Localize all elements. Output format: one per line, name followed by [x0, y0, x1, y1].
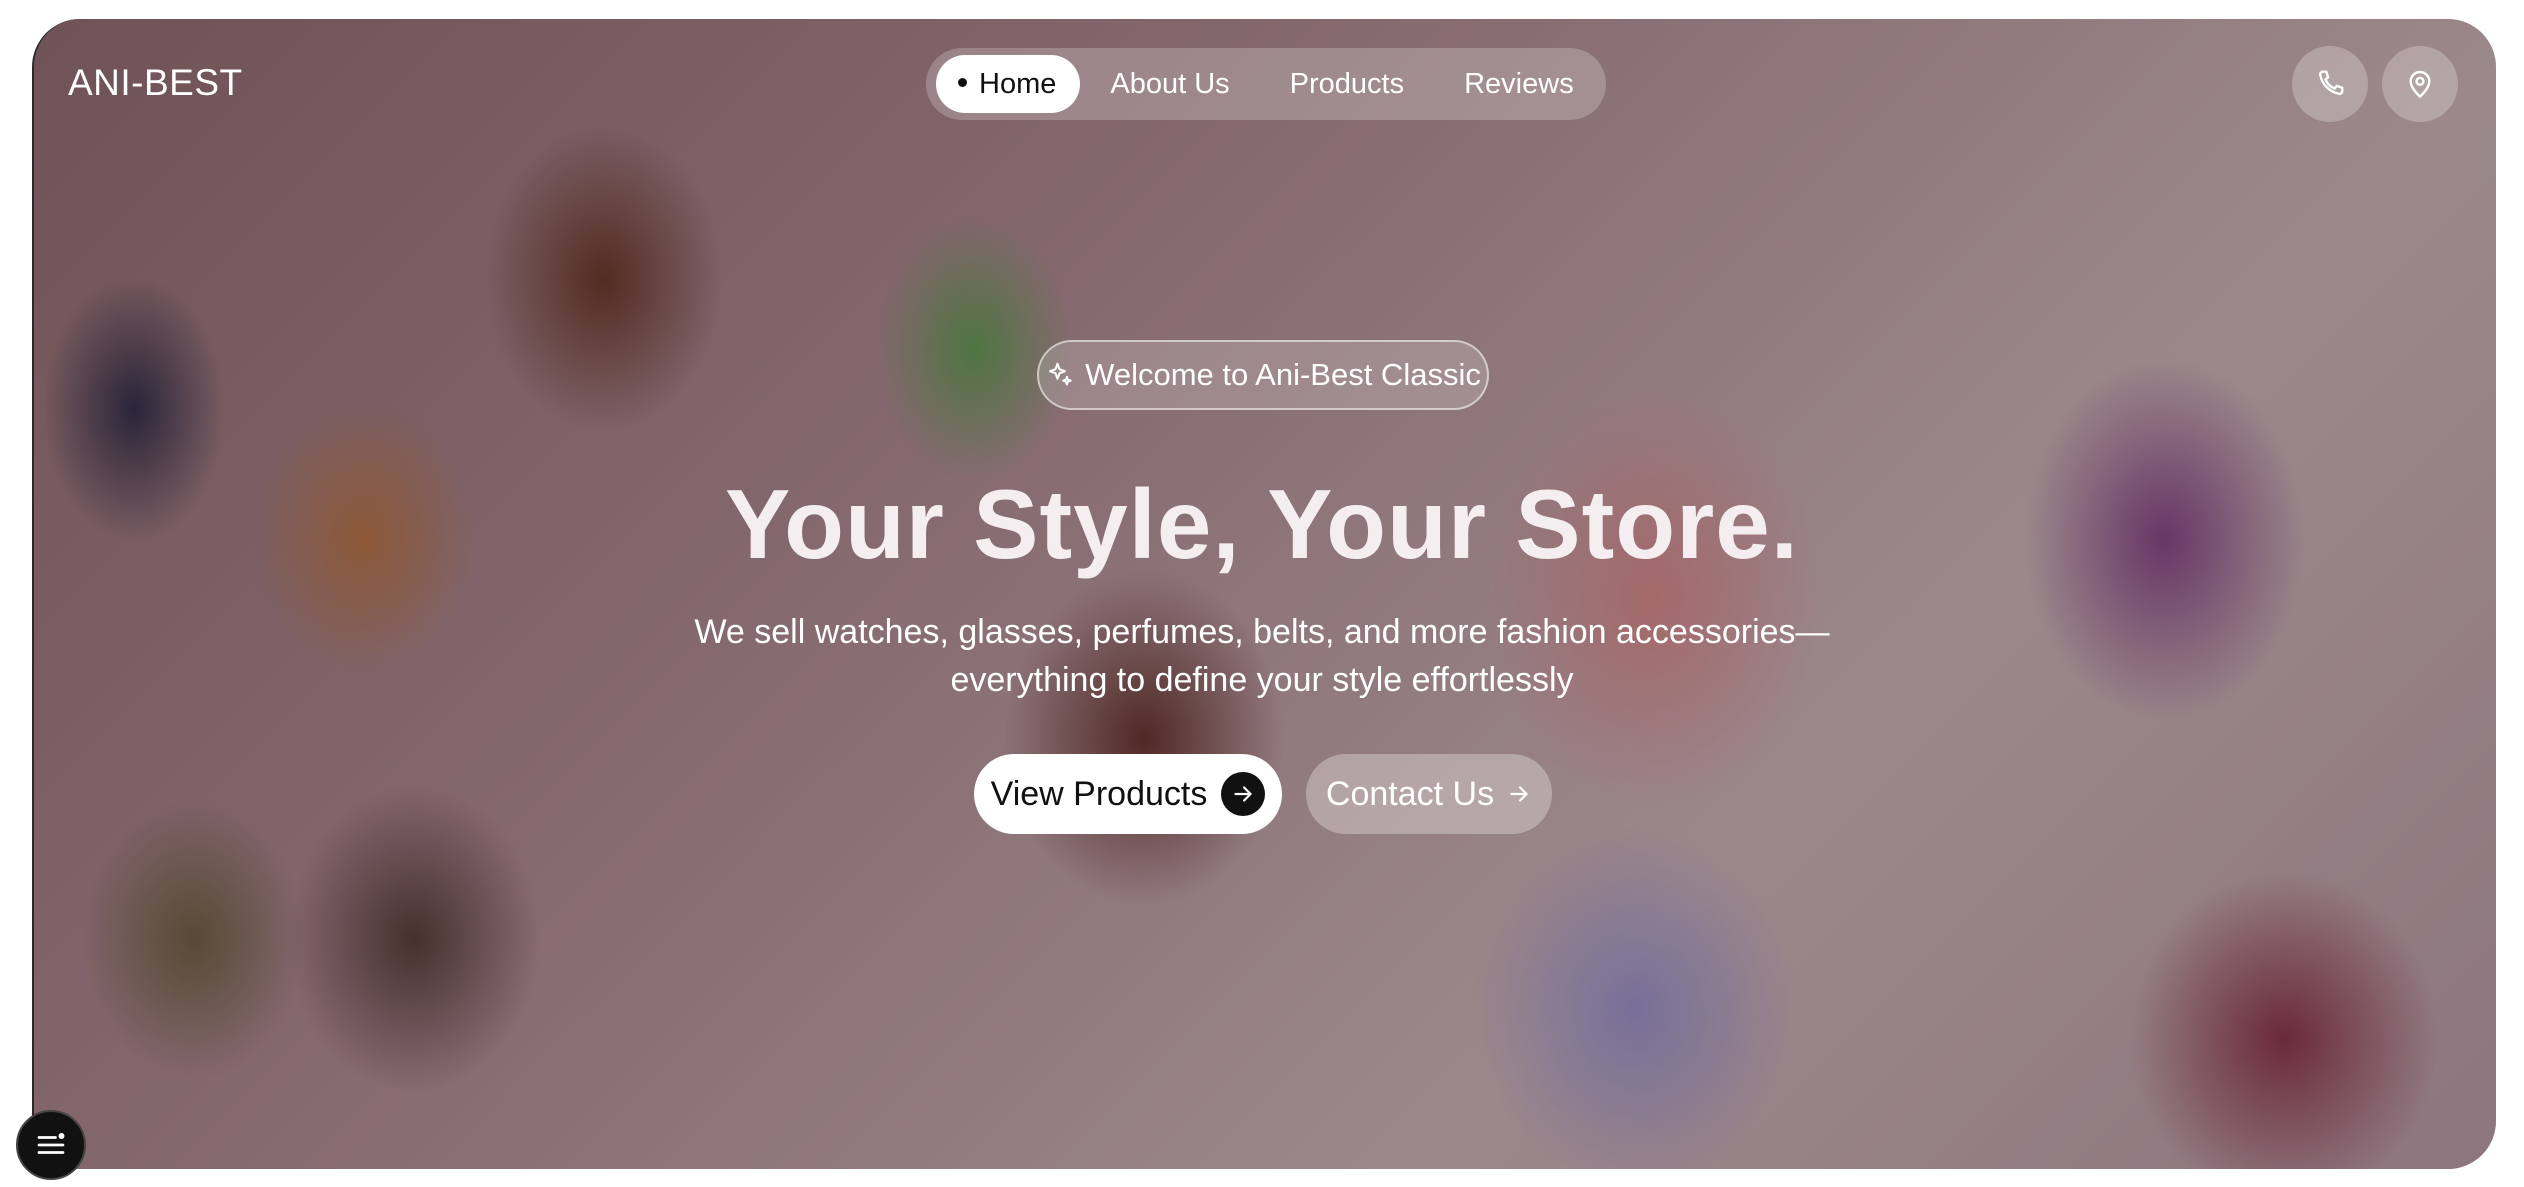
- arrow-right-icon: [1510, 786, 1528, 802]
- menu-icon: [37, 1133, 65, 1154]
- location-button[interactable]: [2382, 46, 2458, 122]
- nav-item-about-us[interactable]: About Us: [1080, 55, 1259, 113]
- badge-text: Welcome to Ani-Best Classic: [1085, 357, 1481, 392]
- menu-button[interactable]: [16, 1110, 86, 1180]
- hero-headline: Your Style, Your Store.: [724, 469, 1799, 579]
- phone-icon: [2318, 70, 2344, 96]
- phone-button[interactable]: [2292, 46, 2368, 122]
- arrow-right-icon: [1221, 772, 1266, 816]
- nav-item-home[interactable]: Home: [936, 55, 1081, 113]
- contact-us-button[interactable]: Contact Us: [1306, 754, 1552, 834]
- hero-subtext-line1: We sell watches, glasses, perfumes, belt…: [694, 613, 1830, 651]
- contact-us-label: Contact Us: [1325, 774, 1495, 813]
- nav-item-label: Home: [979, 68, 1057, 100]
- nav-item-reviews[interactable]: Reviews: [1434, 55, 1604, 113]
- brand-logo[interactable]: ANI-BEST: [68, 62, 243, 104]
- view-products-button[interactable]: View Products: [974, 754, 1282, 834]
- welcome-badge: Welcome to Ani-Best Classic: [1037, 340, 1489, 410]
- map-pin-icon: [2409, 70, 2431, 98]
- nav-item-products[interactable]: Products: [1260, 55, 1434, 113]
- hero-subtext-line2: everything to define your style effortle…: [950, 661, 1574, 699]
- hero-subtext: We sell watches, glasses, perfumes, belt…: [662, 608, 1862, 704]
- view-products-label: View Products: [990, 774, 1208, 813]
- active-dot-icon: [958, 77, 967, 87]
- hero-section: [32, 19, 2496, 1169]
- sparkle-icon: [1049, 362, 1072, 386]
- main-nav: Home About Us Products Reviews: [926, 48, 1606, 120]
